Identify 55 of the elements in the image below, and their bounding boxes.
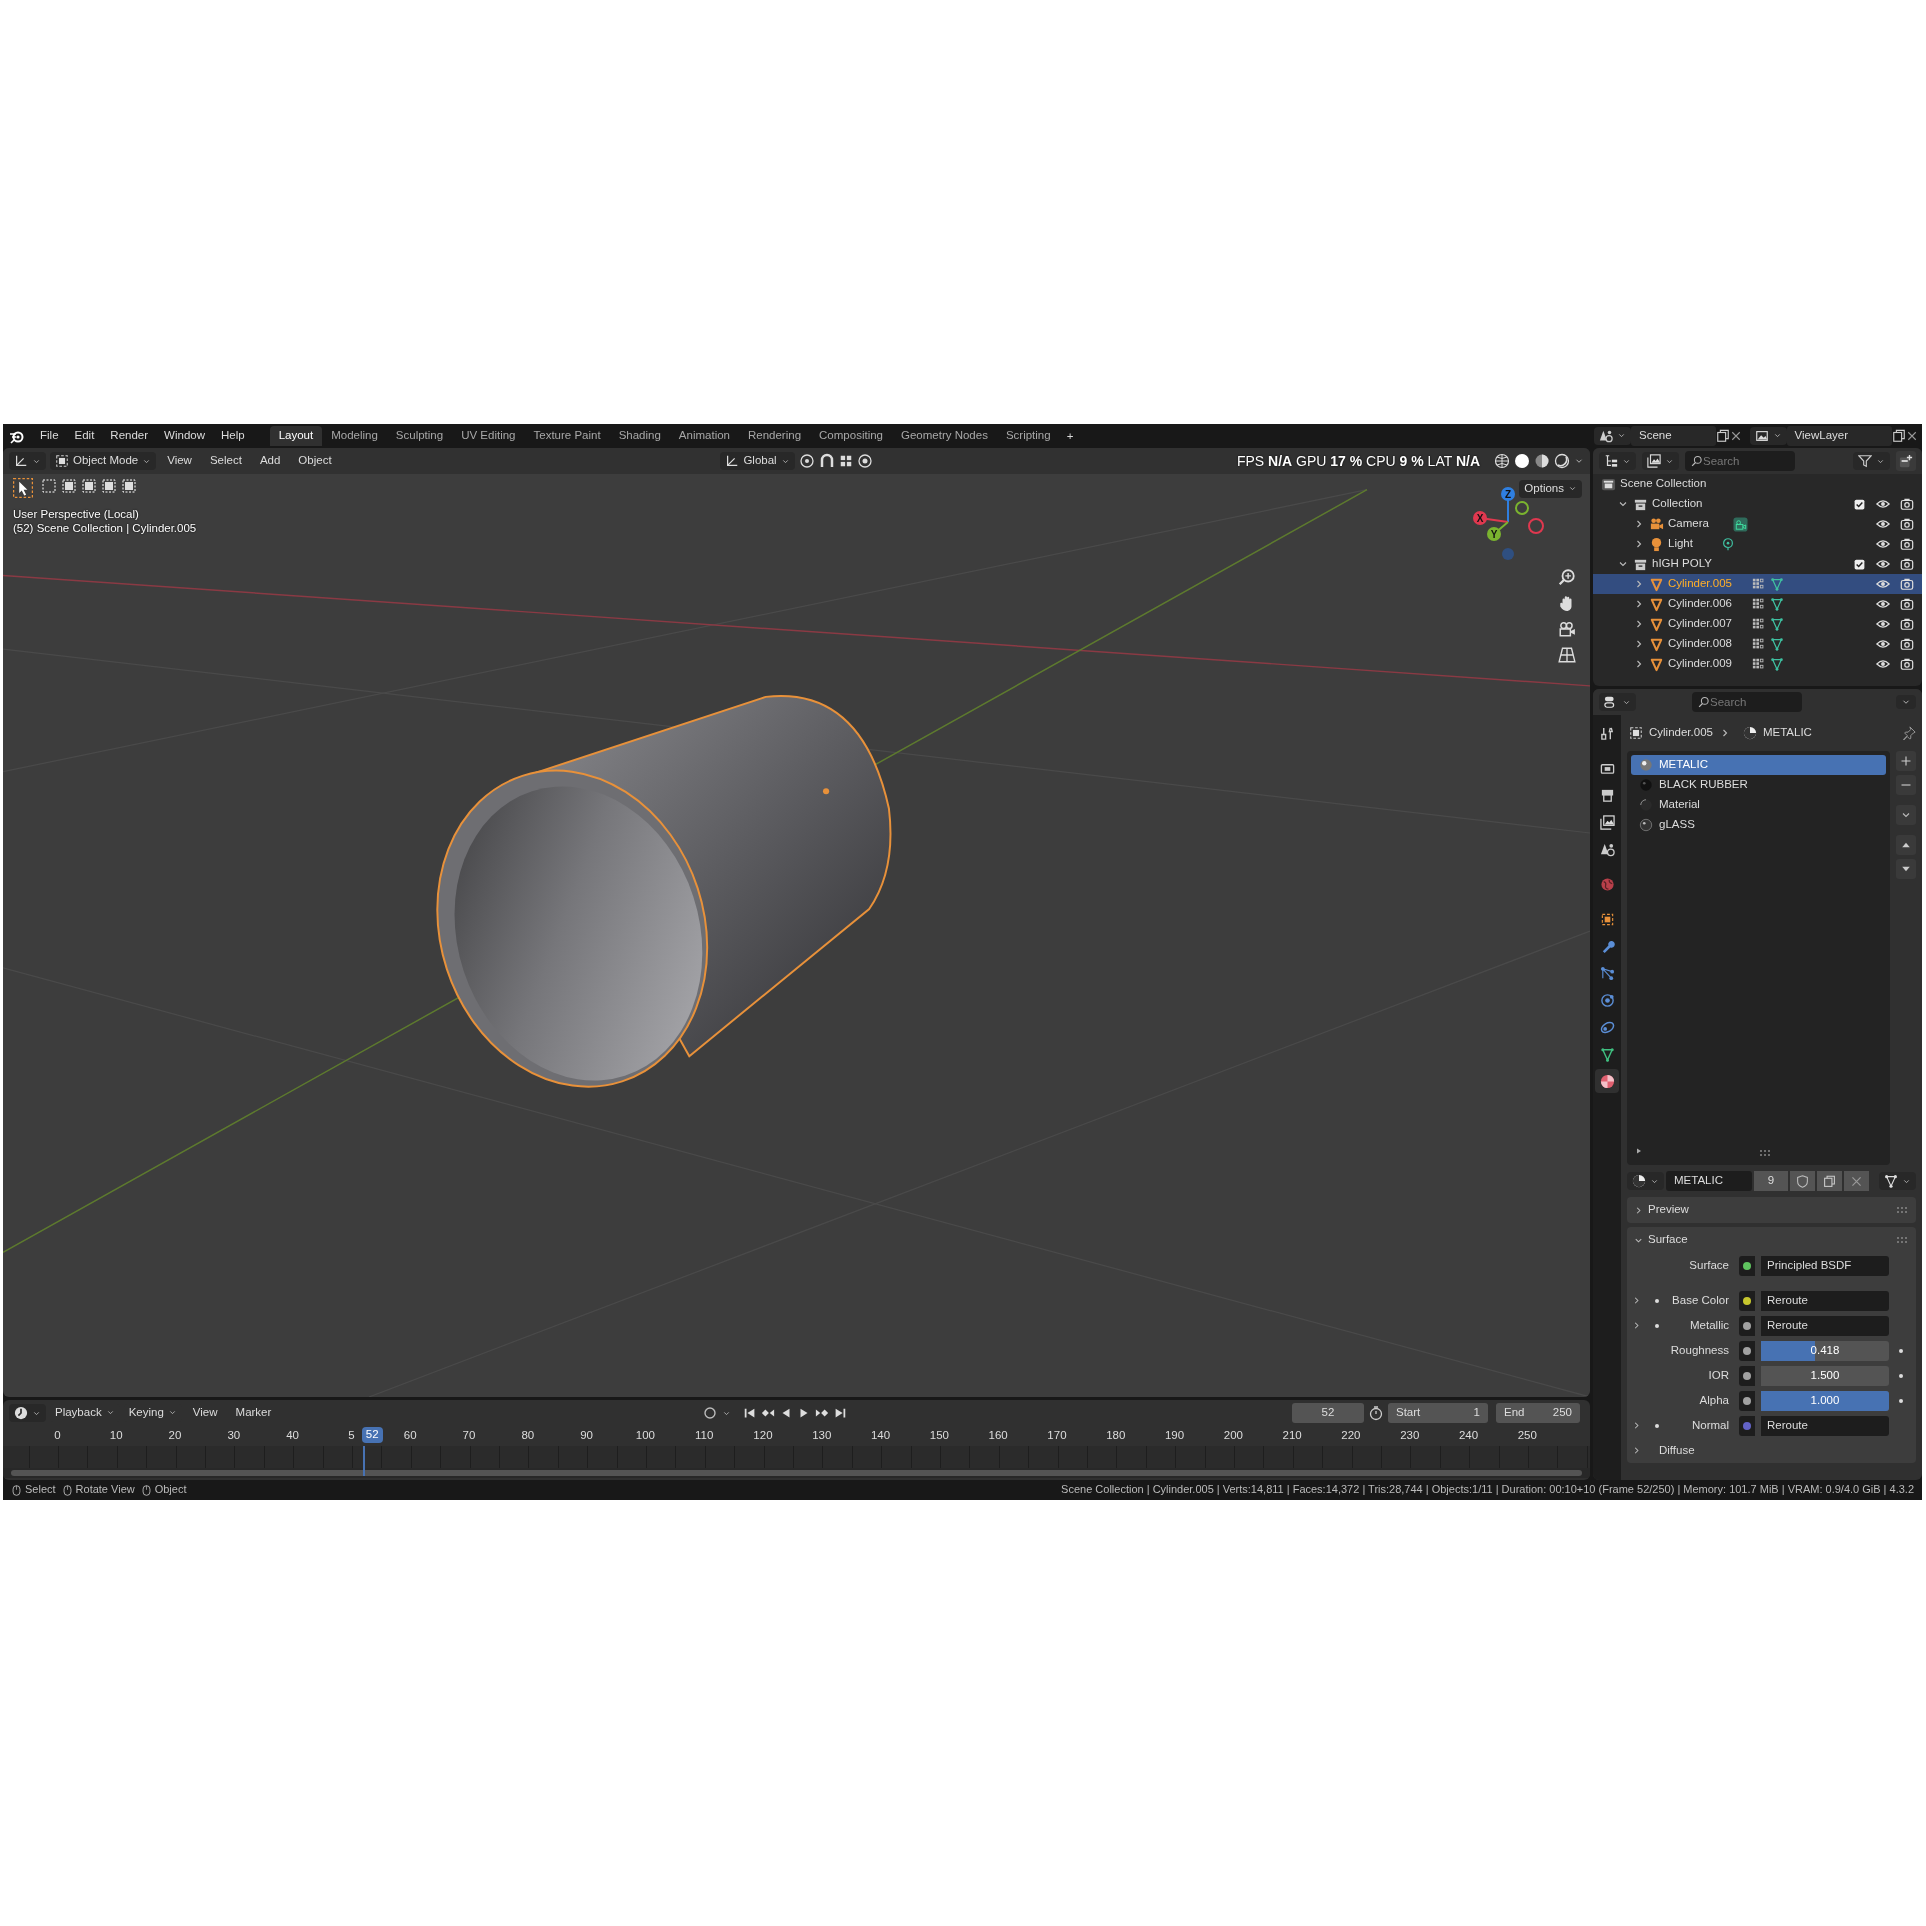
frame-number: 170 (1047, 1429, 1067, 1442)
frame-number: 90 (580, 1429, 593, 1442)
status-hint: Rotate View (75, 1483, 135, 1497)
axis-label: Y (1490, 528, 1498, 540)
frame-number: 70 (462, 1429, 476, 1442)
frame-number: 30 (227, 1429, 241, 1442)
performance-stats: FPS N/A GPU 17 % CPU 9 % LAT N/A (1236, 452, 1480, 470)
frame-number: 140 (870, 1429, 891, 1442)
status-hint: Select (25, 1483, 56, 1497)
frame-number: 10 (109, 1429, 123, 1442)
status-info-text: Scene Collection | Cylinder.005 | Verts:14,811 | Faces:14,372 | Tris:28,744 | Objects:1/11 | Duration: 00:10+10 (Frame 52/250) | Memory: 101.7 MiB | VRAM: 0.9/4.0 GiB | 4.3.2 (1061, 1483, 1914, 1497)
frame-number: 0 (54, 1429, 61, 1442)
frame-number: 250 (1517, 1429, 1537, 1442)
frame-number: 210 (1282, 1429, 1302, 1442)
status-hint: Object (154, 1483, 187, 1497)
frame-number: 130 (812, 1429, 832, 1442)
frame-number: 160 (988, 1429, 1008, 1442)
outliner-item-label: Cylinder.008 (1668, 637, 1732, 651)
frame-number: 100 (635, 1429, 655, 1442)
frame-number: 20 (168, 1429, 182, 1442)
viewport-info-text: User Perspective (Local) (13, 508, 140, 522)
viewport-info-text: (52) Scene Collection | Cylinder.005 (13, 521, 197, 536)
outliner-item-label: Collection (1652, 497, 1703, 511)
outliner-item-label: Cylinder.009 (1668, 657, 1732, 671)
frame-number: 110 (695, 1429, 714, 1442)
frame-number: 120 (753, 1429, 773, 1442)
outliner-item-label: Cylinder.007 (1668, 617, 1732, 631)
frame-number: 240 (1458, 1429, 1479, 1442)
field-label: Surface (1688, 1258, 1730, 1273)
field-label: Base Color (1671, 1293, 1730, 1308)
axis-label: Z (1504, 488, 1512, 500)
outliner-item-label: Light (1668, 537, 1693, 551)
frame-number: 200 (1223, 1429, 1243, 1442)
frame-number: 80 (521, 1429, 535, 1442)
frame-number: 180 (1106, 1429, 1126, 1442)
start-label: Start (1396, 1406, 1421, 1420)
field-label: IOR (1707, 1368, 1730, 1383)
axis-label: X (1476, 512, 1484, 524)
field-label: Metallic (1689, 1318, 1730, 1333)
outliner-item-label: Camera (1668, 517, 1709, 531)
frame-number: 150 (929, 1429, 949, 1442)
frame-number: 230 (1400, 1429, 1420, 1442)
frame-number: 190 (1164, 1429, 1185, 1442)
outliner-item-label: Cylinder.006 (1668, 597, 1732, 611)
frame-number: 40 (286, 1429, 299, 1442)
field-label: Alpha (1698, 1393, 1730, 1408)
frame-number: 60 (403, 1429, 417, 1442)
end-label: End (1504, 1406, 1525, 1420)
field-label: Normal (1690, 1418, 1730, 1433)
outliner-item-label: hIGH POLY (1652, 557, 1712, 571)
frame-number: 220 (1341, 1429, 1361, 1442)
frame-number: 5 (348, 1429, 355, 1442)
outliner-item-label: Cylinder.005 (1668, 577, 1732, 591)
field-label: Roughness (1669, 1343, 1730, 1358)
outliner-item-label: Scene Collection (1620, 477, 1707, 491)
